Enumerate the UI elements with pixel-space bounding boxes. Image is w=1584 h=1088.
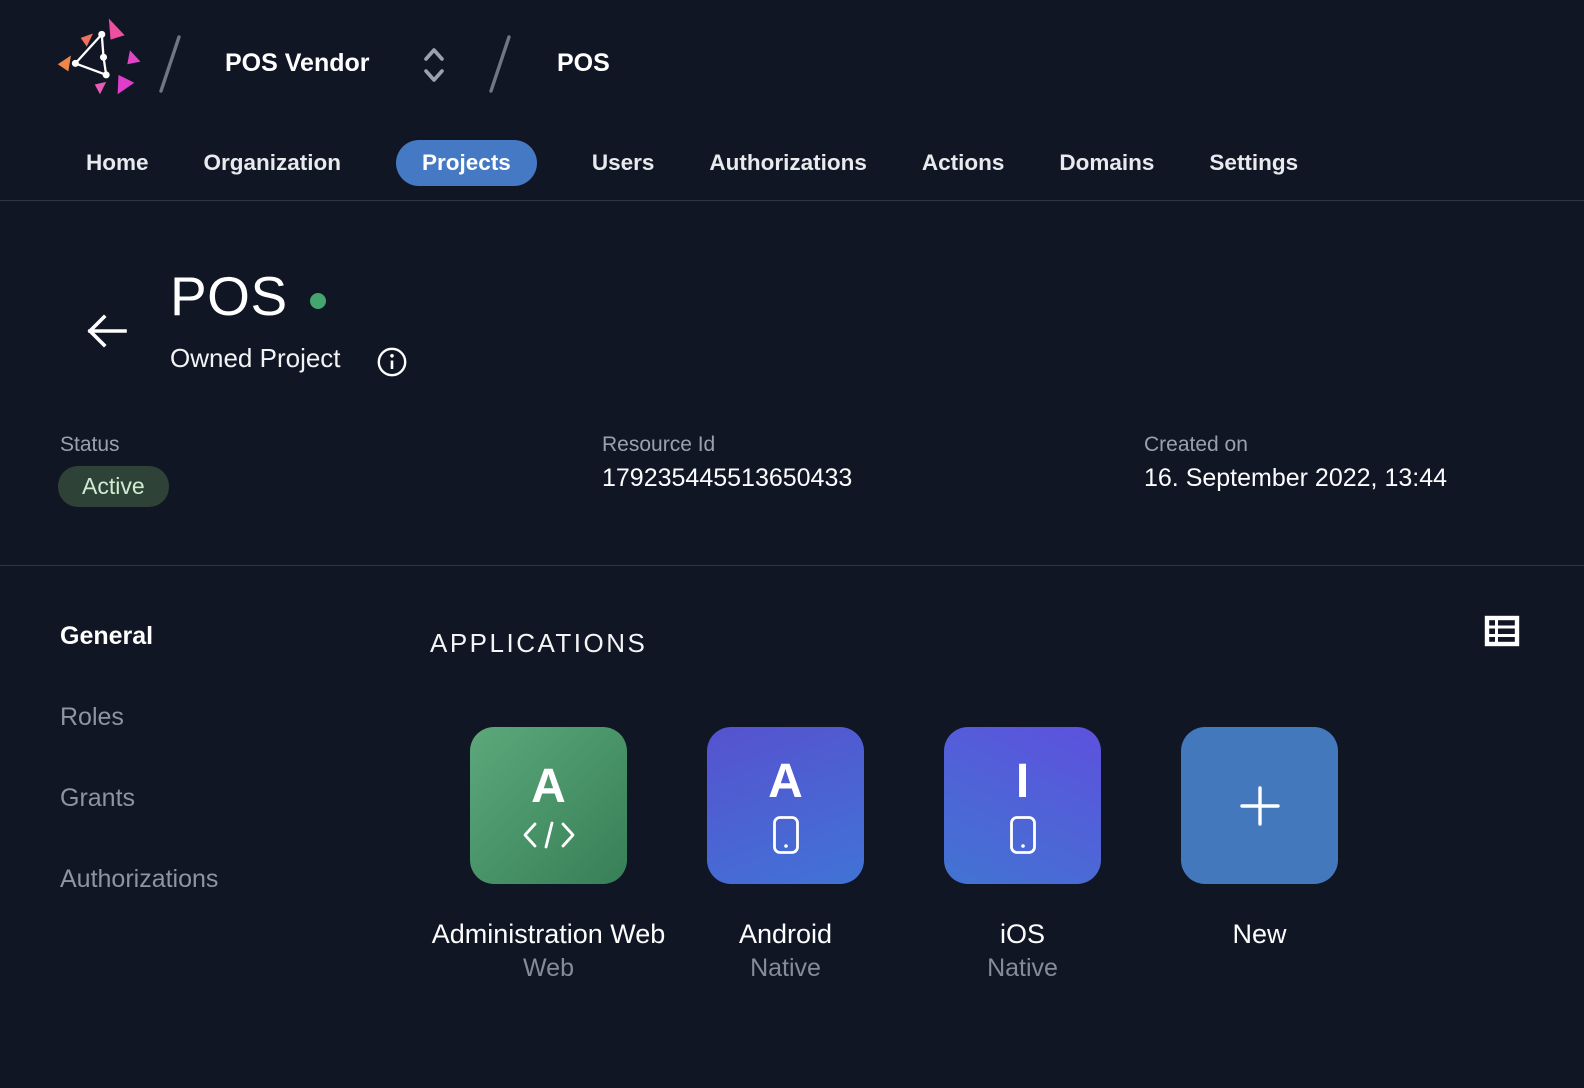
applications-grid: A Administration Web Web A	[470, 727, 1338, 983]
created-on-value: 16. September 2022, 13:44	[1144, 464, 1447, 493]
sidebar-item-authorizations[interactable]: Authorizations	[60, 865, 218, 894]
sidebar-item-roles[interactable]: Roles	[60, 703, 124, 732]
app-type: Native	[905, 954, 1141, 983]
nav-domains[interactable]: Domains	[1059, 150, 1154, 176]
created-on-label: Created on	[1144, 433, 1248, 457]
smartphone-icon	[1009, 815, 1037, 855]
code-icon	[521, 820, 577, 850]
org-switcher-unfold-icon[interactable]	[422, 46, 446, 84]
breadcrumb-separator-icon	[156, 32, 184, 96]
nav-users[interactable]: Users	[592, 150, 655, 176]
breadcrumb-org[interactable]: POS Vendor	[225, 49, 369, 78]
app-initial: I	[1016, 757, 1029, 807]
app-card-android[interactable]: A Android Native	[707, 727, 864, 983]
app-name: Administration Web	[431, 918, 667, 951]
breadcrumb-separator-icon	[486, 32, 514, 96]
app-card-administration-web[interactable]: A Administration Web Web	[470, 727, 627, 983]
logo-arrow	[109, 19, 125, 40]
app-tile	[1181, 727, 1338, 884]
nav-home[interactable]: Home	[86, 150, 149, 176]
app-tile: A	[707, 727, 864, 884]
nav-settings[interactable]: Settings	[1209, 150, 1298, 176]
app-initial: A	[768, 757, 803, 807]
app-initial: A	[531, 762, 566, 812]
nav-authorizations[interactable]: Authorizations	[709, 150, 867, 176]
section-divider	[0, 565, 1584, 566]
zitadel-console: POS Vendor POS Home Organization Project…	[0, 0, 1584, 1088]
app-type: Native	[668, 954, 904, 983]
smartphone-icon	[772, 815, 800, 855]
sidebar-item-general[interactable]: General	[60, 622, 153, 651]
breadcrumb-project[interactable]: POS	[557, 49, 610, 78]
app-name: iOS	[905, 918, 1141, 951]
page-title: POS	[170, 264, 288, 328]
project-active-dot	[310, 293, 326, 309]
nav-actions[interactable]: Actions	[922, 150, 1005, 176]
resource-id-value: 179235445513650433	[602, 464, 852, 493]
app-tile: A	[470, 727, 627, 884]
nav-projects[interactable]: Projects	[396, 140, 537, 186]
header-divider	[0, 200, 1584, 201]
zitadel-logo[interactable]	[56, 12, 144, 106]
project-type-label: Owned Project	[170, 343, 341, 374]
table-view-icon[interactable]	[1484, 614, 1520, 648]
app-tile: I	[944, 727, 1101, 884]
resource-id-label: Resource Id	[602, 433, 715, 457]
sidebar-item-grants[interactable]: Grants	[60, 784, 135, 813]
nav-organization[interactable]: Organization	[204, 150, 342, 176]
new-app-button[interactable]: New	[1181, 727, 1338, 983]
app-card-ios[interactable]: I iOS Native	[944, 727, 1101, 983]
plus-icon	[1236, 782, 1284, 830]
app-name: New	[1142, 918, 1378, 951]
info-icon[interactable]	[376, 346, 408, 378]
main-nav: Home Organization Projects Users Authori…	[86, 133, 1298, 193]
status-label: Status	[60, 433, 120, 457]
app-type: Web	[431, 954, 667, 983]
applications-heading: APPLICATIONS	[430, 628, 647, 659]
app-name: Android	[668, 918, 904, 951]
status-badge: Active	[58, 466, 169, 507]
back-button[interactable]	[82, 310, 130, 352]
